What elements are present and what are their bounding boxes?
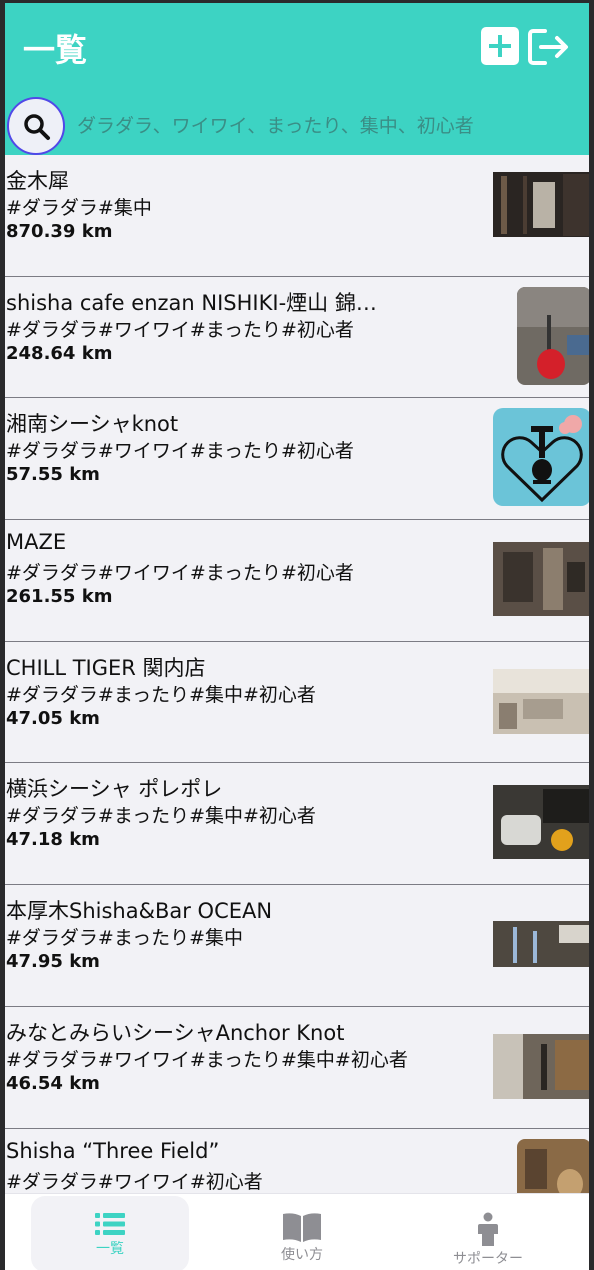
- list-item[interactable]: MAZE #ダラダラ#ワイワイ#まったり#初心者 261.55 km: [5, 520, 589, 642]
- shop-distance: 870.39 km: [6, 221, 113, 242]
- book-icon: [283, 1213, 321, 1242]
- shop-tags: #ダラダラ#ワイワイ#まったり#集中#初心者: [6, 1048, 408, 1071]
- shop-tags: #ダラダラ#ワイワイ#まったり#初心者: [6, 440, 354, 463]
- shop-thumbnail: [493, 172, 589, 237]
- shop-distance: 47.18 km: [6, 829, 100, 851]
- add-shop-button[interactable]: [481, 27, 519, 65]
- tab-supporter-label: サポーター: [453, 1251, 523, 1267]
- shop-thumbnail: [517, 286, 589, 385]
- list-item[interactable]: 金木犀 #ダラダラ#集中 870.39 km: [5, 155, 589, 277]
- shop-list: 金木犀 #ダラダラ#集中 870.39 km shisha cafe enzan…: [5, 155, 589, 1251]
- shop-tags: #ダラダラ#集中: [6, 197, 152, 219]
- shop-distance: 248.64 km: [6, 342, 113, 364]
- shop-tags: #ダラダラ#ワイワイ#まったり#初心者: [6, 318, 354, 341]
- shop-distance: 57.55 km: [6, 464, 100, 486]
- shop-tags: #ダラダラ#まったり#集中#初心者: [6, 805, 316, 828]
- shop-distance: 261.55 km: [6, 586, 113, 608]
- bottom-tab-bar: 一覧 使い方 サポーター: [5, 1193, 589, 1270]
- shop-logo: [493, 408, 589, 507]
- list-item[interactable]: 湘南シーシャknot #ダラダラ#ワイワイ#まったり#初心者 57.55 km: [5, 398, 589, 521]
- shop-thumbnail: [493, 668, 589, 734]
- shop-name: 金木犀: [6, 169, 69, 193]
- list-item[interactable]: 横浜シーシャ ポレポレ #ダラダラ#まったり#集中#初心者 47.18 km: [5, 763, 589, 886]
- shop-distance: 47.05 km: [6, 707, 100, 729]
- shop-name: みなとみらいシーシャAnchor Knot: [6, 1020, 345, 1045]
- plus-square-icon: [489, 35, 511, 57]
- tab-supporter[interactable]: サポーター: [409, 1196, 567, 1270]
- shop-name: shisha cafe enzan NISHIKI-煙山 錦…: [6, 290, 377, 315]
- shop-thumbnail: [493, 785, 589, 860]
- tab-list[interactable]: 一覧: [31, 1196, 189, 1270]
- shop-name: 本厚木Shisha&Bar OCEAN: [6, 899, 273, 924]
- shop-name: 横浜シーシャ ポレポレ: [6, 777, 223, 802]
- tab-howto-label: 使い方: [281, 1247, 323, 1263]
- shop-thumbnail: [493, 921, 589, 968]
- shop-tags: #ダラダラ#ワイワイ#初心者: [6, 1170, 263, 1193]
- logout-button[interactable]: [527, 27, 571, 67]
- app-header: 一覧: [5, 3, 589, 155]
- shop-tags: #ダラダラ#ワイワイ#まったり#初心者: [6, 562, 354, 585]
- search-input[interactable]: [77, 109, 577, 143]
- list-item[interactable]: shisha cafe enzan NISHIKI-煙山 錦… #ダラダラ#ワイ…: [5, 276, 589, 399]
- list-item[interactable]: 本厚木Shisha&Bar OCEAN #ダラダラ#まったり#集中 47.95 …: [5, 885, 589, 1007]
- shop-name: Shisha “Three Field”: [6, 1138, 220, 1163]
- search-icon: [24, 114, 50, 140]
- logout-icon: [528, 29, 568, 65]
- shop-tags: #ダラダラ#まったり#集中: [6, 927, 244, 950]
- list-item[interactable]: みなとみらいシーシャAnchor Knot #ダラダラ#ワイワイ#まったり#集中…: [5, 1006, 589, 1129]
- search-button[interactable]: [7, 97, 65, 155]
- shop-distance: 47.95 km: [6, 951, 100, 973]
- search-bar: [5, 95, 589, 155]
- shop-name: CHILL TIGER 関内店: [6, 655, 206, 680]
- shop-distance: 46.54 km: [6, 1072, 100, 1094]
- tab-list-label: 一覧: [96, 1241, 124, 1257]
- shop-thumbnail: [493, 542, 589, 617]
- hookah-heart-icon: [501, 415, 583, 503]
- person-icon: [478, 1212, 498, 1246]
- list-icon: [95, 1213, 125, 1235]
- page-title: 一覧: [23, 31, 88, 69]
- shop-name: 湘南シーシャknot: [6, 412, 179, 437]
- shop-thumbnail: [493, 1033, 589, 1099]
- list-item[interactable]: CHILL TIGER 関内店 #ダラダラ#まったり#集中#初心者 47.05 …: [5, 641, 589, 764]
- tab-howto[interactable]: 使い方: [223, 1196, 381, 1270]
- shop-tags: #ダラダラ#まったり#集中#初心者: [6, 683, 316, 706]
- shop-name: MAZE: [6, 530, 67, 555]
- app-screen: 一覧 金木犀 #: [0, 0, 594, 1270]
